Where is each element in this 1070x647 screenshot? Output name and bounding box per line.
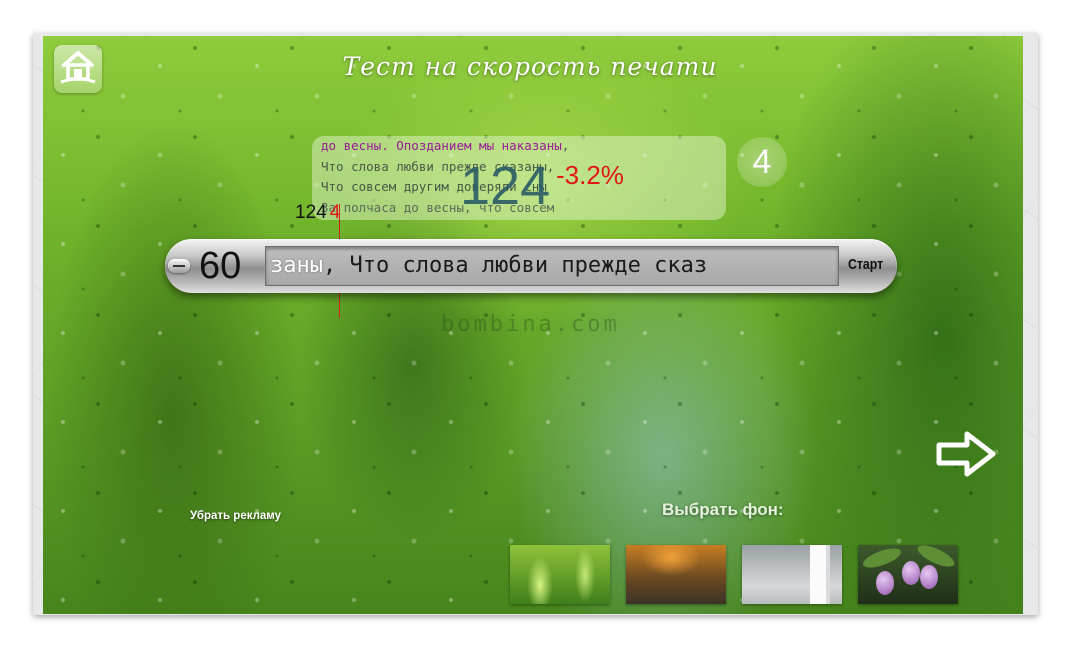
start-button[interactable]: Старт	[848, 256, 883, 273]
plum-fruit	[902, 561, 920, 585]
background-thumb-plums[interactable]	[858, 545, 958, 604]
speed-delta: -3.2%	[556, 160, 624, 190]
arrow-right-icon	[933, 431, 999, 484]
typing-input-typed: заны	[270, 253, 323, 278]
remove-ads-link[interactable]: Убрать рекламу	[190, 510, 281, 522]
typing-input[interactable]: заны, Что слова любви прежде сказ	[265, 246, 839, 286]
next-button[interactable]	[933, 428, 999, 480]
passage-typed-segment: до весны. Опозданием мы наказаны	[321, 138, 562, 153]
typing-input-text: заны, Что слова любви прежде сказ	[270, 252, 707, 280]
plum-leaf	[914, 545, 958, 571]
plum-fruit	[876, 571, 894, 595]
errors-counter: 4	[737, 137, 787, 187]
passage-line-1: до весны. Опозданием мы наказаны,	[321, 136, 569, 157]
cursor-speed-value: 124	[295, 202, 327, 223]
background-thumb-door[interactable]	[742, 545, 842, 604]
plum-leaf	[860, 545, 904, 572]
home-button[interactable]	[54, 45, 102, 93]
page-title: Тест на скорость печати	[342, 52, 718, 81]
typing-input-upcoming: , Что слова любви прежде сказ	[322, 253, 708, 278]
choose-background-label: Выбрать фон:	[662, 500, 784, 519]
home-icon	[59, 48, 97, 90]
minus-button[interactable]	[168, 259, 190, 273]
plum-fruit	[920, 565, 938, 589]
errors-value: 4	[752, 142, 772, 181]
cursor-speed-readout: 124 4	[295, 202, 340, 224]
watermark: bombina.com	[441, 312, 620, 337]
timer-value: 60	[199, 245, 242, 287]
speed-value: 124	[460, 156, 551, 216]
background-thumb-sunset[interactable]	[626, 545, 726, 604]
passage-line-1-tail: ,	[561, 138, 570, 153]
background-thumb-grass[interactable]	[510, 545, 610, 604]
